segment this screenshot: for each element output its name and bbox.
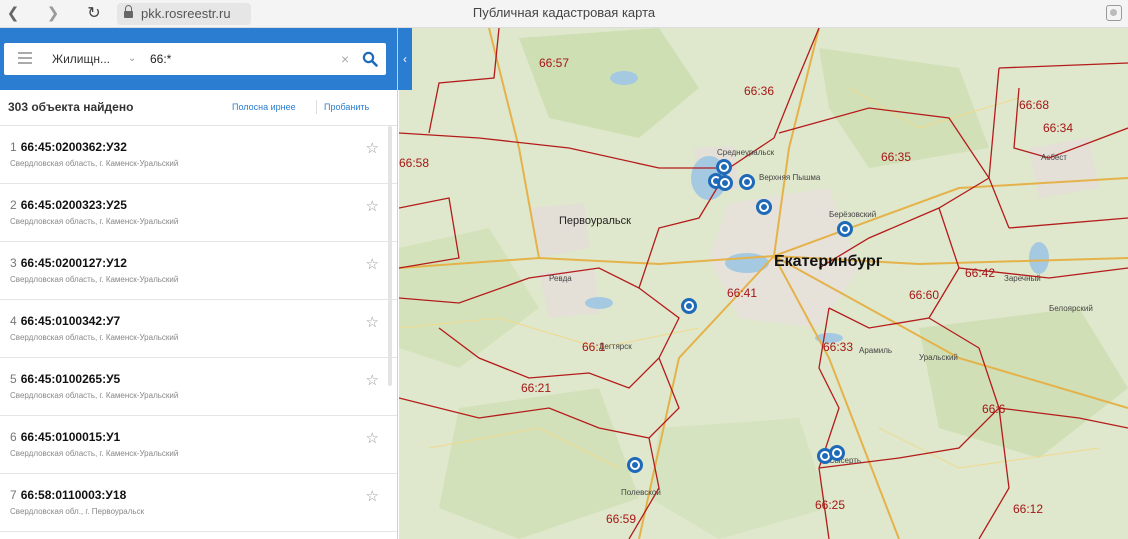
results-scrollbar[interactable] xyxy=(388,126,392,386)
star-icon[interactable]: ☆ xyxy=(366,313,379,331)
town-label: Заречный xyxy=(1004,274,1041,283)
results-summary: 303 объекта найдено Полосна ирнее Пробан… xyxy=(0,90,397,126)
district-label: 66:33 xyxy=(823,340,854,354)
district-label: 66:34 xyxy=(1043,121,1074,135)
list-item[interactable]: 6 66:45:0100015:У1 Свердловская область, … xyxy=(0,416,397,474)
chevron-down-icon[interactable]: ⌄ xyxy=(128,43,136,75)
district-label: 66:58 xyxy=(399,156,430,170)
results-count: 303 объекта найдено xyxy=(8,100,134,114)
result-title: 5 66:45:0100265:У5 xyxy=(10,372,121,386)
result-title: 4 66:45:0100342:У7 xyxy=(10,314,121,328)
list-item[interactable]: 3 66:45:0200127:У12 Свердловская область,… xyxy=(0,242,397,300)
result-title: 3 66:45:0200127:У12 xyxy=(10,256,127,270)
district-label: 66:59 xyxy=(606,512,637,526)
result-address: Свердловская область, г. Каменск-Уральск… xyxy=(10,275,179,284)
town-label: Берёзовский xyxy=(829,210,877,219)
map-marker[interactable] xyxy=(717,175,733,191)
town-label: Арамиль xyxy=(859,346,893,355)
map-marker[interactable] xyxy=(756,199,772,215)
district-label: 66:35 xyxy=(881,150,912,164)
city-label: Первоуральск xyxy=(559,215,631,227)
page-title: Публичная кадастровая карта xyxy=(472,5,656,20)
star-icon[interactable]: ☆ xyxy=(366,197,379,215)
clear-icon[interactable]: × xyxy=(341,43,349,75)
map-marker[interactable] xyxy=(829,445,845,461)
star-icon[interactable]: ☆ xyxy=(366,429,379,447)
divider xyxy=(316,100,317,114)
town-label: Уральский xyxy=(919,353,958,362)
town-label: Верхняя Пышма xyxy=(759,173,821,182)
map-marker[interactable] xyxy=(627,457,643,473)
district-label: 66:36 xyxy=(744,84,775,98)
map-marker[interactable] xyxy=(739,174,755,190)
list-item[interactable]: 1 66:45:0200362:У32 Свердловская область,… xyxy=(0,126,397,184)
results-panel: Жилищн... ⌄ 66:* × 303 объекта найдено П… xyxy=(0,28,398,539)
result-title: 1 66:45:0200362:У32 xyxy=(10,140,127,154)
refine-link[interactable]: Пробанить xyxy=(324,102,369,112)
town-label: Среднеуральск xyxy=(717,148,775,157)
district-label: 66:21 xyxy=(521,381,552,395)
menu-icon[interactable] xyxy=(18,52,32,64)
results-list: 1 66:45:0200362:У32 Свердловская область,… xyxy=(0,126,397,532)
result-address: Свердловская обл., г. Первоуральск xyxy=(10,507,145,516)
map-canvas[interactable]: 66:57 66:36 66:68 66:34 66:58 66:35 66:4… xyxy=(399,28,1128,539)
star-icon[interactable]: ☆ xyxy=(366,371,379,389)
star-icon[interactable]: ☆ xyxy=(366,139,379,157)
district-label: 66:68 xyxy=(1019,98,1050,112)
town-label: Дегтярск xyxy=(599,342,632,351)
town-label: Белоярский xyxy=(1049,304,1093,313)
town-label: Полевской xyxy=(621,488,661,497)
result-title: 6 66:45:0100015:У1 xyxy=(10,430,121,444)
star-icon[interactable]: ☆ xyxy=(366,255,379,273)
result-address: Свердловская область, г. Каменск-Уральск… xyxy=(10,333,179,342)
list-item[interactable]: 4 66:45:0100342:У7 Свердловская область, … xyxy=(0,300,397,358)
result-address: Свердловская область, г. Каменск-Уральск… xyxy=(10,449,179,458)
star-icon[interactable]: ☆ xyxy=(366,487,379,505)
district-label: 66:60 xyxy=(909,288,940,302)
result-address: Свердловская область, г. Каменск-Уральск… xyxy=(10,391,179,400)
category-select[interactable]: Жилищн... xyxy=(52,43,110,75)
district-label: 66:42 xyxy=(965,266,996,280)
list-item[interactable]: 5 66:45:0100265:У5 Свердловская область, … xyxy=(0,358,397,416)
search-icon[interactable] xyxy=(362,51,378,67)
list-item[interactable]: 2 66:45:0200323:У25 Свердловская область,… xyxy=(0,184,397,242)
town-label: Асбест xyxy=(1041,153,1067,162)
district-label: 66:25 xyxy=(815,498,846,512)
district-label: 66:41 xyxy=(727,286,758,300)
result-title: 7 66:58:0110003:У18 xyxy=(10,488,127,502)
map-marker[interactable] xyxy=(837,221,853,237)
result-title: 2 66:45:0200323:У25 xyxy=(10,198,127,212)
list-item[interactable]: 7 66:58:0110003:У18 Свердловская обл., г.… xyxy=(0,474,397,532)
browser-toolbar: ❮ ❯ ↻ pkk.rosreestr.ru Публичная кадастр… xyxy=(0,0,1128,28)
result-address: Свердловская область, г. Каменск-Уральск… xyxy=(10,217,179,226)
search-box: Жилищн... ⌄ 66:* × xyxy=(4,43,386,75)
district-label: 66:57 xyxy=(539,56,570,70)
district-label: 66:12 xyxy=(1013,502,1044,516)
map-marker[interactable] xyxy=(681,298,697,314)
search-header: Жилищн... ⌄ 66:* × xyxy=(0,28,397,90)
town-label: Ревда xyxy=(549,274,572,283)
profile-icon[interactable] xyxy=(1106,5,1122,21)
district-label: 66:6 xyxy=(982,402,1006,416)
city-label-main: Екатеринбург xyxy=(774,253,883,270)
collapse-panel-button[interactable]: ‹ xyxy=(398,28,412,90)
search-again-link[interactable]: Полосна ирнее xyxy=(232,102,296,112)
search-input[interactable]: 66:* xyxy=(150,43,171,75)
result-address: Свердловская область, г. Каменск-Уральск… xyxy=(10,159,179,168)
